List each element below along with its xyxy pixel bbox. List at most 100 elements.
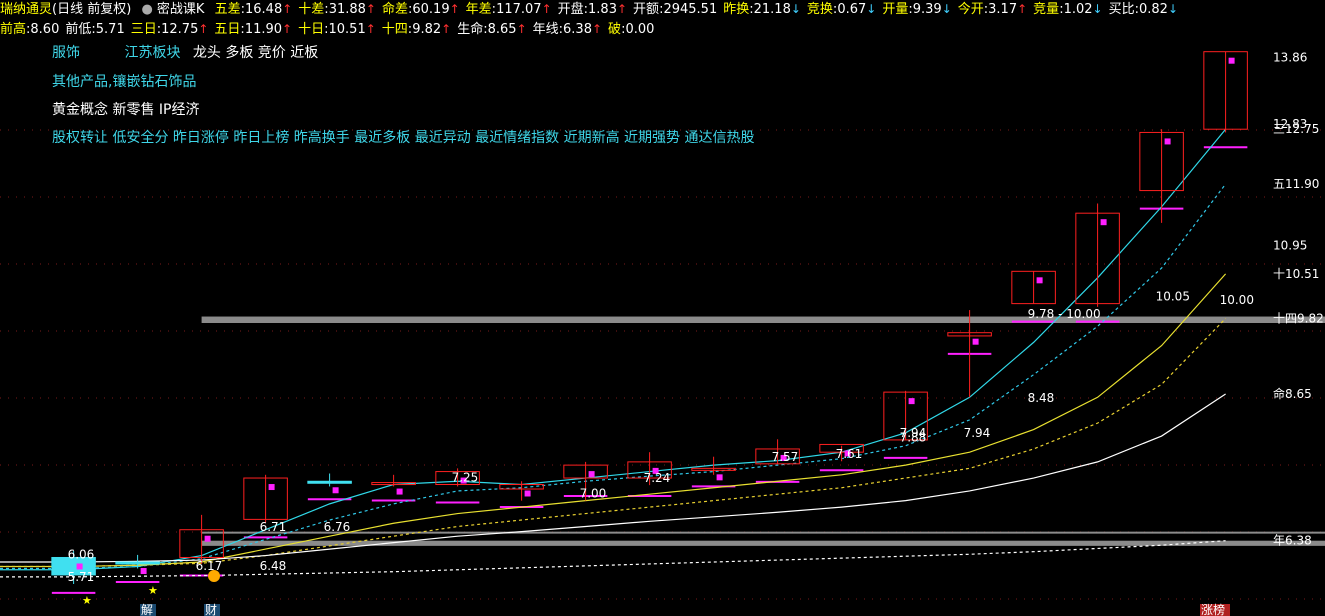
tag-concepts[interactable]: 黄金概念 新零售 IP经济 [52,101,199,119]
metric-label: 命差 [381,2,408,17]
metric-label: 年差 [465,2,492,17]
metric-row2-8: 破:0.00 [608,22,654,37]
ma-line [0,128,1227,571]
arrow-up-icon: ↑ [1017,2,1028,16]
metric-value: 1.83 [588,2,617,17]
metric-label: 生命 [457,22,484,37]
metric-label: 竞量 [1033,2,1060,17]
tag-product[interactable]: 其他产品,镶嵌钻石饰品 [52,73,196,91]
metric-label: 破 [608,22,622,37]
right-price-label: 13.86 [1273,51,1307,65]
metric-value: 10.51 [328,22,366,37]
bottom-markers: 解 财 涨榜 ★ ★ [82,570,1230,616]
metric-value: 6.38 [563,22,592,37]
candle-marker [1164,138,1171,145]
metric-label: 今开 [957,2,984,17]
candle-body [307,480,352,484]
grid-lines [0,129,1325,600]
metric-label: 五差 [214,2,241,17]
ma-line [0,183,1227,570]
candle-marker [716,474,723,481]
tag-industry[interactable]: 服饰 [52,45,80,61]
ma-line [0,393,1226,563]
arrow-up-icon: ↑ [516,22,527,36]
metric-label: 十四 [381,22,408,37]
metric-row1-0: 五差:16.48↑ [215,2,293,17]
price-label: 5.71 [68,570,95,584]
price-label: 7.57 [772,450,799,464]
arrow-up-icon: ↑ [282,22,293,36]
metric-row1-9: 今开:3.17↑ [958,2,1027,17]
right-price-label: 10.95 [1273,238,1307,252]
arrow-down-icon: ↓ [941,2,952,16]
price-label: 6.76 [324,520,351,534]
candle-marker [332,487,339,494]
metric-row1-1: 十差:31.88↑ [298,2,376,17]
metric-label: 买比 [1108,2,1135,17]
stock-name[interactable]: 瑞纳通灵(日线 前复权) [0,2,131,17]
metric-row1-4: 开盘:1.83↑ [558,2,627,17]
arrow-up-icon: ↑ [198,22,209,36]
metric-row1-11: 买比:0.82↓ [1109,2,1178,17]
candle-marker [76,563,83,570]
candle-body [115,561,160,565]
metric-value: 60.19 [412,2,450,17]
magenta-ticks [51,146,1248,594]
circle-marker-icon [208,570,220,582]
candle-marker [140,568,147,575]
star-icon: ★ [82,594,92,607]
metric-value: 12.75 [161,22,199,37]
moving-average-lines [0,128,1227,578]
metric-label: 年线 [532,22,559,37]
metric-label: 十差 [298,2,325,17]
arrow-up-icon: ↑ [449,2,460,16]
metric-value: 0.67 [837,2,867,17]
indicator-selector[interactable]: ● 密战课K [141,2,204,17]
tag-region[interactable]: 江苏板块 [124,45,180,61]
metric-label: 开量 [882,2,909,17]
price-labels: 6.06 5.71 6.17 6.48 6.71 6.76 7.25 7.00 7.24 7.57… [68,290,1254,584]
header-row-1: 瑞纳通灵(日线 前复权) ● 密战课K 五差:16.48↑ 十差:31.88↑ 命差… [0,0,1325,18]
right-axis-labels: 13.86三12.7512.83五11.9010.95十10.51十四9.82命… [1273,51,1324,548]
arrow-up-icon: ↑ [591,22,603,36]
candle-marker [1100,219,1107,226]
tag-hot[interactable]: 股权转让 低安全分 昨日涨停 昨日上榜 昨高换手 最近多板 最近异动 最近情绪指… [52,129,755,147]
arrow-up-icon: ↑ [365,22,376,36]
right-price-label: 十10.51 [1273,267,1319,281]
marker-label: 涨榜 [1201,602,1225,616]
metric-value: 8.60 [30,22,60,37]
price-label: 6.48 [260,559,287,573]
price-label: 8.48 [1028,391,1055,405]
metric-value: 9.39 [912,2,942,17]
metric-label: 三日 [130,22,157,37]
arrow-up-icon: ↑ [365,2,376,16]
right-price-label: 命8.65 [1273,386,1312,401]
metric-row2-0: 前高:8.60 [0,22,59,37]
candle-marker [268,484,275,491]
right-price-label: 年6.38 [1273,534,1312,548]
price-label: 7.25 [452,470,479,484]
arrow-up-icon: ↑ [541,2,552,16]
arrow-down-icon: ↓ [866,2,877,16]
metric-row2-6: 生命:8.65↑ [457,22,526,37]
candle-marker [972,338,979,345]
kline-chart[interactable]: 6.06 5.71 6.17 6.48 6.71 6.76 7.25 7.00 7.24 7.57… [0,0,1325,616]
metric-label: 前高 [0,22,27,37]
arrow-down-icon: ↓ [790,2,801,16]
arrow-down-icon: ↓ [1167,2,1179,16]
right-price-label: 12.83 [1273,117,1307,131]
metric-label: 开盘 [557,2,584,17]
metric-row2-2: 三日:12.75↑ [131,22,209,37]
chevron-circle-icon[interactable]: ● [141,2,152,17]
arrow-up-icon: ↑ [282,2,293,16]
metric-value: 1.02 [1063,2,1093,17]
metric-value: 3.17 [988,2,1018,17]
right-price-label: 十四9.82 [1273,311,1324,325]
metric-value: 0.82 [1139,2,1168,17]
metric-label: 五日 [214,22,241,37]
header-metrics-row-1: 五差:16.48↑ 十差:31.88↑ 命差:60.19↑ 年差:117.07↑ 开盘:… [215,2,1184,17]
tag-style[interactable]: 龙头 多板 竞价 近板 [193,45,318,61]
tag-row-1: 服饰 江苏板块 龙头 多板 竞价 近板 [52,44,318,62]
right-price-label: 五11.90 [1273,177,1319,191]
candle-marker [524,490,531,497]
